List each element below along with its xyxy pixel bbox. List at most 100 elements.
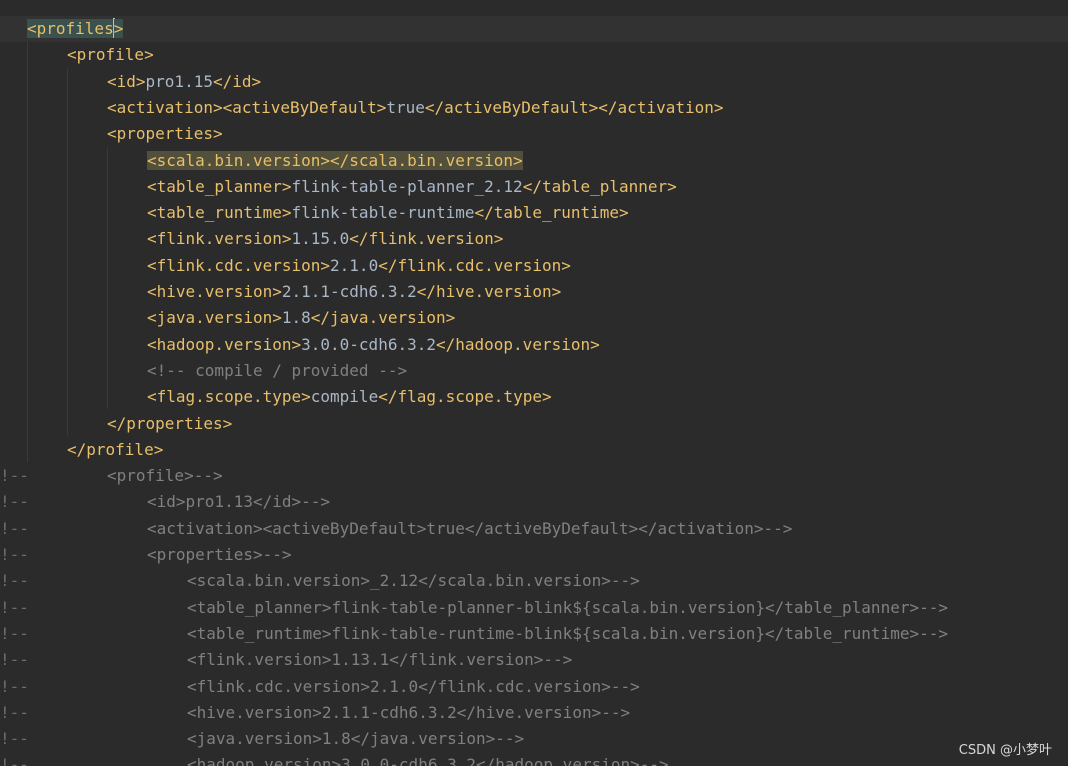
code-editor[interactable]: <profiles> <profile> <id>pro1.15</id> <acti…	[0, 0, 1068, 766]
code-line[interactable]: <profile>	[0, 42, 1068, 68]
comment-prefix: !--	[0, 729, 29, 749]
code-content: <table_runtime>flink-table-runtime-blink…	[187, 621, 948, 647]
code-content: </properties>	[107, 411, 232, 437]
code-content: <scala.bin.version></scala.bin.version>	[147, 148, 523, 174]
code-content: <java.version>1.8</java.version>	[147, 305, 455, 331]
comment-token: <profile>-->	[107, 466, 223, 486]
comment-token: <activation><activeByDefault>true</activ…	[147, 518, 793, 538]
code-content: <profiles>	[27, 16, 124, 42]
code-line[interactable]: !-- <scala.bin.version>_2.12</scala.bin.v…	[0, 568, 1068, 594]
code-content: <profile>-->	[107, 463, 223, 489]
code-content: <table_planner>flink-table-planner_2.12<…	[147, 174, 677, 200]
text-token: pro1.15	[145, 71, 213, 91]
comment-prefix: !--	[0, 755, 29, 766]
comment-prefix: !--	[0, 623, 29, 643]
xml-tag-token: </id>	[212, 71, 262, 91]
code-content: </profile>	[67, 437, 163, 463]
code-line[interactable]: <hadoop.version>3.0.0-cdh6.3.2</hadoop.v…	[0, 332, 1068, 358]
code-line[interactable]: <!-- compile / provided -->	[0, 358, 1068, 384]
code-line[interactable]: !-- <properties>-->	[0, 542, 1068, 568]
code-line[interactable]: !-- <table_runtime>flink-table-runtime-bl…	[0, 621, 1068, 647]
code-content: <hadoop.version>3.0.0-cdh6.3.2</hadoop.v…	[147, 332, 600, 358]
xml-tag-token: <flag.scope.type>	[147, 387, 311, 407]
code-line[interactable]: <hive.version>2.1.1-cdh6.3.2</hive.versi…	[0, 279, 1068, 305]
code-line[interactable]: <profiles>	[0, 16, 1068, 42]
code-line[interactable]: !-- <flink.cdc.version>2.1.0</flink.cdc.v…	[0, 674, 1068, 700]
code-content: <properties>-->	[147, 542, 292, 568]
code-line[interactable]: !-- <java.version>1.8</java.version>-->	[0, 726, 1068, 752]
code-content: <properties>	[107, 121, 223, 147]
xml-tag-token: <table_planner>	[147, 176, 292, 196]
code-line[interactable]: <java.version>1.8</java.version>	[0, 305, 1068, 331]
xml-tag-token: </hive.version>	[416, 282, 562, 301]
xml-tag-token: <flink.version>	[147, 229, 292, 249]
comment-prefix: !--	[0, 650, 29, 670]
xml-tag-token: </flink.cdc.version>	[378, 255, 571, 275]
code-content: <flink.version>1.13.1</flink.version>-->	[187, 647, 572, 673]
code-line[interactable]: </profile>	[0, 437, 1068, 463]
code-content: <activation><activeByDefault>true</activ…	[107, 95, 724, 121]
code-line[interactable]: !-- <hive.version>2.1.1-cdh6.3.2</hive.ve…	[0, 700, 1068, 726]
comment-prefix: !--	[0, 597, 29, 617]
code-content: <!-- compile / provided -->	[147, 358, 407, 384]
text-token: true	[386, 97, 425, 117]
code-line[interactable]: <activation><activeByDefault>true</activ…	[0, 95, 1068, 121]
code-content: <flink.version>1.15.0</flink.version>	[147, 226, 503, 252]
code-line[interactable]: <flag.scope.type>compile</flag.scope.typ…	[0, 384, 1068, 410]
comment-prefix: !--	[0, 702, 29, 722]
comment-prefix: !--	[0, 466, 29, 486]
code-content: <table_runtime>flink-table-runtime</tabl…	[147, 200, 629, 226]
code-content: <flag.scope.type>compile</flag.scope.typ…	[147, 384, 552, 410]
code-line[interactable]: !-- <hadoop.version>3.0.0-cdh6.3.2</hadoo…	[0, 752, 1068, 766]
comment-token: <table_planner>flink-table-planner-blink…	[187, 597, 948, 617]
code-line[interactable]: !-- <id>pro1.13</id>-->	[0, 489, 1068, 515]
code-content: <java.version>1.8</java.version>-->	[187, 726, 524, 752]
code-line[interactable]: !-- <flink.version>1.13.1</flink.version>…	[0, 647, 1068, 673]
code-line[interactable]: !-- <profile>-->	[0, 463, 1068, 489]
code-content: <profile>	[67, 42, 154, 68]
code-content: <hive.version>2.1.1-cdh6.3.2</hive.versi…	[147, 279, 561, 305]
code-content: <flink.cdc.version>2.1.0</flink.cdc.vers…	[187, 674, 640, 700]
code-line[interactable]: <table_runtime>flink-table-runtime</tabl…	[0, 200, 1068, 226]
text-token: 1.8	[281, 308, 311, 328]
xml-tag-token: <activation><activeByDefault>	[107, 97, 387, 117]
code-content: <hadoop.version>3.0.0-cdh6.3.2</hadoop.v…	[187, 752, 669, 766]
code-line[interactable]: <id>pro1.15</id>	[0, 69, 1068, 95]
watermark: CSDN @小梦叶	[958, 743, 1052, 758]
xml-tag-token: </table_runtime>	[474, 203, 629, 223]
comment-token: <!-- compile / provided -->	[147, 360, 408, 380]
code-line[interactable]: !-- <activation><activeByDefault>true</ac…	[0, 516, 1068, 542]
code-content: <table_planner>flink-table-planner-blink…	[187, 595, 948, 621]
code-line[interactable]: !-- <table_planner>flink-table-planner-bl…	[0, 595, 1068, 621]
comment-token: <java.version>1.8</java.version>-->	[187, 729, 525, 749]
text-token: 1.15.0	[291, 229, 350, 249]
text-token: 2.1.1-cdh6.3.2	[281, 282, 417, 301]
comment-token: <flink.version>1.13.1</flink.version>-->	[187, 650, 573, 670]
xml-tag-token: </properties>	[107, 413, 233, 433]
text-token: flink-table-planner_2.12	[291, 176, 523, 196]
xml-tag-token: </activeByDefault></activation>	[424, 97, 724, 117]
xml-tag-token: <id>	[107, 71, 146, 91]
comment-prefix: !--	[0, 518, 29, 538]
text-token: 2.1.0	[330, 255, 379, 275]
comment-token: <table_runtime>flink-table-runtime-blink…	[187, 623, 948, 643]
code-line[interactable]: <properties>	[0, 121, 1068, 147]
xml-tag-token: </table_planner>	[522, 176, 677, 196]
code-line[interactable]: <flink.cdc.version>2.1.0</flink.cdc.vers…	[0, 253, 1068, 279]
xml-tag-token: <profile>	[67, 45, 154, 65]
code-content: <activation><activeByDefault>true</activ…	[147, 516, 792, 542]
code-line[interactable]: <table_planner>flink-table-planner_2.12<…	[0, 174, 1068, 200]
xml-tag-token: <java.version>	[147, 308, 282, 328]
code-line[interactable]: </properties>	[0, 411, 1068, 437]
xml-tag-token: <table_runtime>	[147, 203, 292, 223]
xml-tag-token: <profiles	[27, 19, 114, 38]
comment-token: <hadoop.version>3.0.0-cdh6.3.2</hadoop.v…	[187, 755, 669, 766]
xml-tag-token: </profile>	[67, 439, 164, 459]
code-line[interactable]: <flink.version>1.15.0</flink.version>	[0, 226, 1068, 252]
code-content: <hive.version>2.1.1-cdh6.3.2</hive.versi…	[187, 700, 630, 726]
comment-prefix: !--	[0, 571, 29, 591]
comment-token: <scala.bin.version>_2.12</scala.bin.vers…	[187, 571, 640, 591]
text-token: flink-table-runtime	[291, 203, 475, 223]
xml-tag-token: </flag.scope.type>	[378, 387, 552, 407]
code-line[interactable]: <scala.bin.version></scala.bin.version>	[0, 148, 1068, 174]
